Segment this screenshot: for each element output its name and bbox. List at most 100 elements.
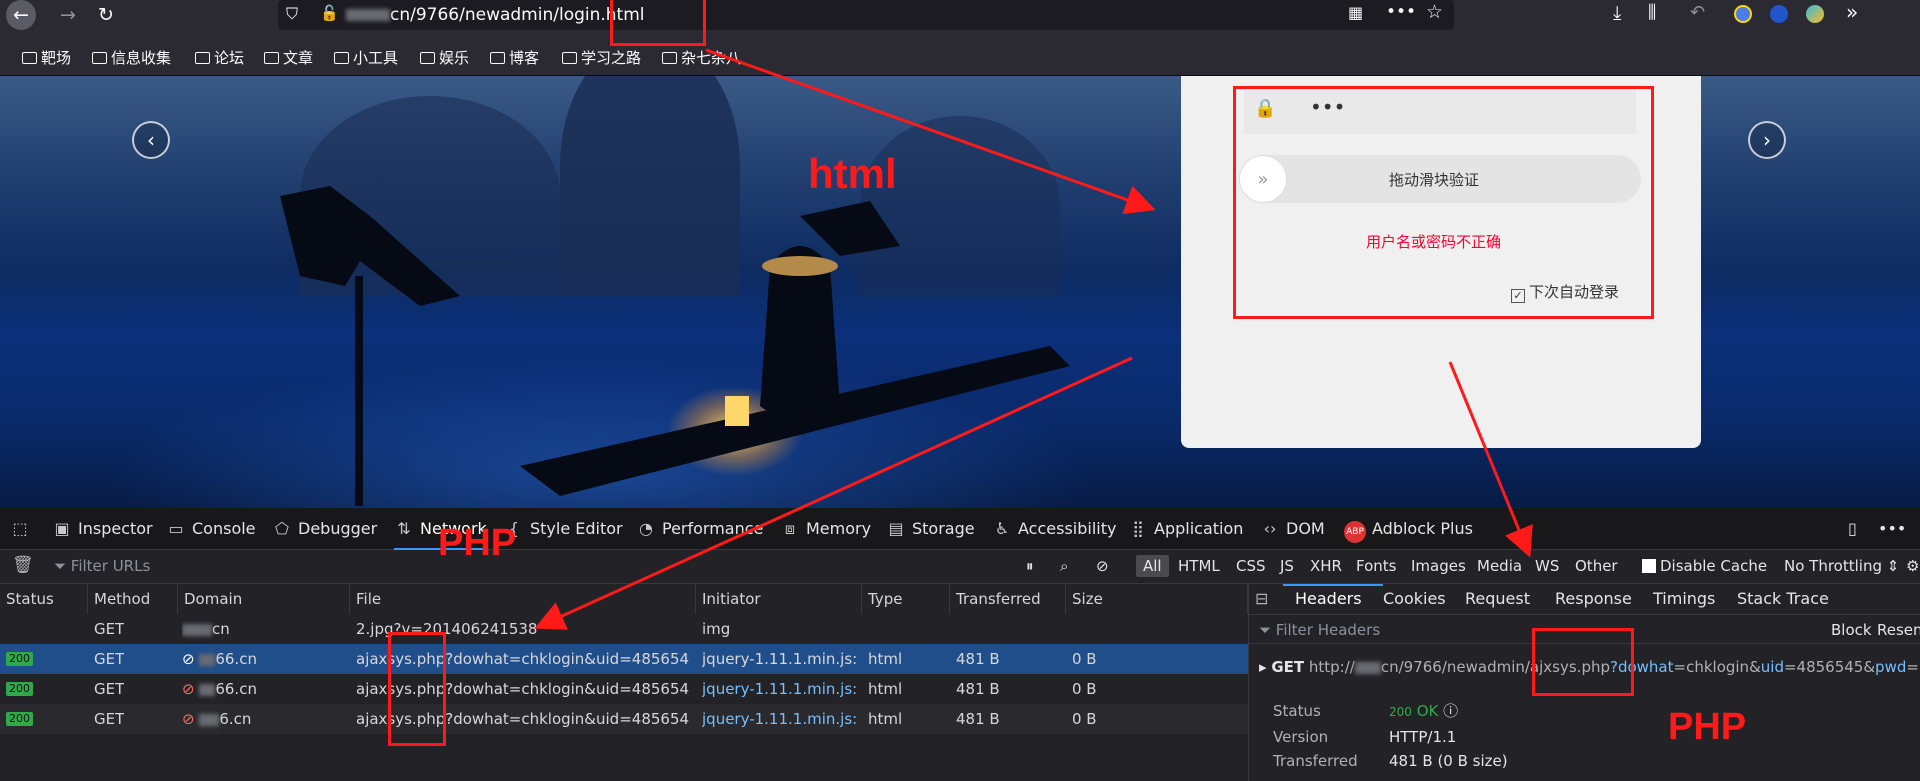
- fisherman-scene: [280, 186, 1070, 506]
- table-row[interactable]: GET cn 2.jpg?v=201406241538 img: [0, 614, 1248, 644]
- filter-fonts[interactable]: Fonts: [1356, 557, 1396, 575]
- folder-icon: [264, 52, 279, 64]
- filter-css[interactable]: CSS: [1236, 557, 1266, 575]
- filter-js[interactable]: JS: [1280, 557, 1294, 575]
- annotation-box-file: [388, 632, 446, 746]
- status-badge: 200: [6, 682, 33, 696]
- bookmark-folder[interactable]: 杂七杂八: [662, 47, 741, 68]
- gear-icon[interactable]: ⚙: [1906, 557, 1919, 575]
- tab-timings[interactable]: Timings: [1653, 584, 1715, 614]
- block-button[interactable]: Block: [1831, 621, 1872, 639]
- carousel-prev-button[interactable]: ‹: [132, 121, 170, 159]
- back-button[interactable]: ←: [5, 0, 37, 30]
- filter-headers-input[interactable]: ⏷ Filter Headers: [1259, 621, 1380, 639]
- table-row[interactable]: 200 GET ⊘ 6.cn ajaxsys.php?dowhat=chklog…: [0, 704, 1248, 734]
- tab-memory[interactable]: ⧈ Memory: [780, 508, 871, 550]
- tab-headers[interactable]: Headers: [1295, 584, 1362, 614]
- application-icon: ⣿: [1132, 519, 1144, 538]
- bookmark-folder[interactable]: 学习之路: [562, 47, 641, 68]
- undo-icon[interactable]: ↶: [1690, 2, 1705, 23]
- devtools-menu-icon[interactable]: •••: [1878, 508, 1906, 550]
- annotation-php-label: PHP: [1668, 706, 1747, 748]
- tab-dom[interactable]: ‹› DOM: [1260, 508, 1325, 550]
- responsive-icon[interactable]: ▯: [1848, 508, 1857, 550]
- col-status[interactable]: Status: [0, 584, 88, 614]
- tab-cookies[interactable]: Cookies: [1383, 584, 1446, 614]
- col-initiator[interactable]: Initiator: [696, 584, 862, 614]
- help-icon[interactable]: ⓘ: [1443, 702, 1458, 720]
- funnel-icon: ⏷: [54, 557, 71, 575]
- throttling-select[interactable]: No Throttling ⇕: [1784, 557, 1899, 575]
- bookmarks-bar: 靶场 信息收集 论坛 文章 小工具 娱乐 博客 学习之路 杂七杂八: [0, 30, 1920, 76]
- col-domain[interactable]: Domain: [178, 584, 350, 614]
- resend-button[interactable]: Resend: [1877, 621, 1920, 639]
- active-tab-indicator: [1283, 584, 1383, 586]
- tracker-icon: ⊘: [182, 680, 200, 698]
- folder-icon: [562, 52, 577, 64]
- bookmark-folder[interactable]: 小工具: [334, 47, 398, 68]
- star-icon[interactable]: ☆: [1426, 1, 1443, 23]
- tab-request[interactable]: Request: [1465, 584, 1530, 614]
- color-extension-icon[interactable]: [1806, 5, 1824, 23]
- tab-performance[interactable]: ◔ Performance: [636, 508, 763, 550]
- url-text[interactable]: cn/9766/newadmin/login.html: [346, 5, 645, 25]
- address-bar[interactable]: ⛉ 🔓 cn/9766/newadmin/login.html ▦ ••• ☆: [278, 0, 1454, 30]
- filter-urls-input[interactable]: ⏷ Filter URLs: [54, 557, 150, 575]
- qr-icon[interactable]: ▦: [1348, 3, 1363, 22]
- carousel-next-button[interactable]: ›: [1748, 121, 1786, 159]
- tab-response[interactable]: Response: [1555, 584, 1632, 614]
- filter-other[interactable]: Other: [1575, 557, 1618, 575]
- col-type[interactable]: Type: [862, 584, 950, 614]
- download-icon[interactable]: ⤓: [1613, 2, 1621, 24]
- pause-icon[interactable]: ⏸: [1026, 557, 1034, 575]
- filter-images[interactable]: Images: [1411, 557, 1466, 575]
- toggle-panel-icon[interactable]: ⊟: [1255, 584, 1268, 614]
- bug-extension-icon[interactable]: [1770, 5, 1788, 23]
- col-file[interactable]: File: [350, 584, 696, 614]
- filter-xhr[interactable]: XHR: [1310, 557, 1342, 575]
- network-filter-bar: 🗑 ⏷ Filter URLs ⏸ ⌕ ⊘ All HTML CSS JS XH…: [0, 550, 1920, 584]
- forward-button[interactable]: →: [52, 0, 84, 30]
- tab-storage[interactable]: ▤ Storage: [886, 508, 974, 550]
- tab-adblock-plus[interactable]: ABP Adblock Plus: [1344, 508, 1473, 550]
- bookmark-folder[interactable]: 信息收集: [92, 47, 171, 68]
- tab-debugger[interactable]: ⬠ Debugger: [272, 508, 377, 550]
- trash-icon[interactable]: 🗑: [12, 555, 34, 575]
- bookmark-folder[interactable]: 博客: [490, 47, 539, 68]
- more-icon[interactable]: •••: [1386, 2, 1416, 22]
- blurred-domain: [199, 653, 216, 666]
- extension-icon[interactable]: [1734, 5, 1752, 23]
- tab-accessibility[interactable]: ♿ Accessibility: [992, 508, 1117, 550]
- tab-application[interactable]: ⣿ Application: [1128, 508, 1243, 550]
- bookmark-folder[interactable]: 论坛: [195, 47, 244, 68]
- reload-button[interactable]: ↻: [90, 0, 122, 30]
- search-icon[interactable]: ⌕: [1060, 557, 1068, 575]
- folder-icon: [334, 52, 349, 64]
- filter-ws[interactable]: WS: [1535, 557, 1559, 575]
- col-size[interactable]: Size: [1066, 584, 1248, 614]
- tab-console[interactable]: ▭ Console: [166, 508, 255, 550]
- filter-media[interactable]: Media: [1477, 557, 1522, 575]
- element-picker-icon[interactable]: ⬚: [10, 508, 36, 550]
- funnel-icon: ⏷: [1259, 621, 1276, 639]
- tab-style-editor[interactable]: {Style Editor: [504, 508, 623, 550]
- overflow-icon[interactable]: »: [1846, 0, 1858, 24]
- tab-stack-trace[interactable]: Stack Trace: [1737, 584, 1829, 614]
- reload-icon: ↻: [98, 4, 114, 26]
- block-icon[interactable]: ⊘: [1096, 557, 1109, 575]
- col-method[interactable]: Method: [88, 584, 178, 614]
- filter-html[interactable]: HTML: [1178, 557, 1220, 575]
- filter-all[interactable]: All: [1136, 555, 1169, 577]
- tab-inspector[interactable]: ▣ Inspector: [52, 508, 152, 550]
- col-transferred[interactable]: Transferred: [950, 584, 1066, 614]
- annotation-box-login: [1233, 86, 1654, 319]
- table-row-selected[interactable]: 200 GET ⊘ 66.cn ajaxsys.php?dowhat=chklo…: [0, 644, 1248, 674]
- bookmark-folder[interactable]: 文章: [264, 47, 313, 68]
- library-icon[interactable]: ⫼: [1648, 2, 1656, 23]
- blurred-domain: [199, 683, 216, 696]
- disable-cache-checkbox[interactable]: Disable Cache: [1642, 557, 1767, 575]
- table-row[interactable]: 200 GET ⊘ 66.cn ajaxsys.php?dowhat=chklo…: [0, 674, 1248, 704]
- console-icon: ▭: [168, 519, 184, 538]
- bookmark-folder[interactable]: 靶场: [22, 47, 71, 68]
- bookmark-folder[interactable]: 娱乐: [420, 47, 469, 68]
